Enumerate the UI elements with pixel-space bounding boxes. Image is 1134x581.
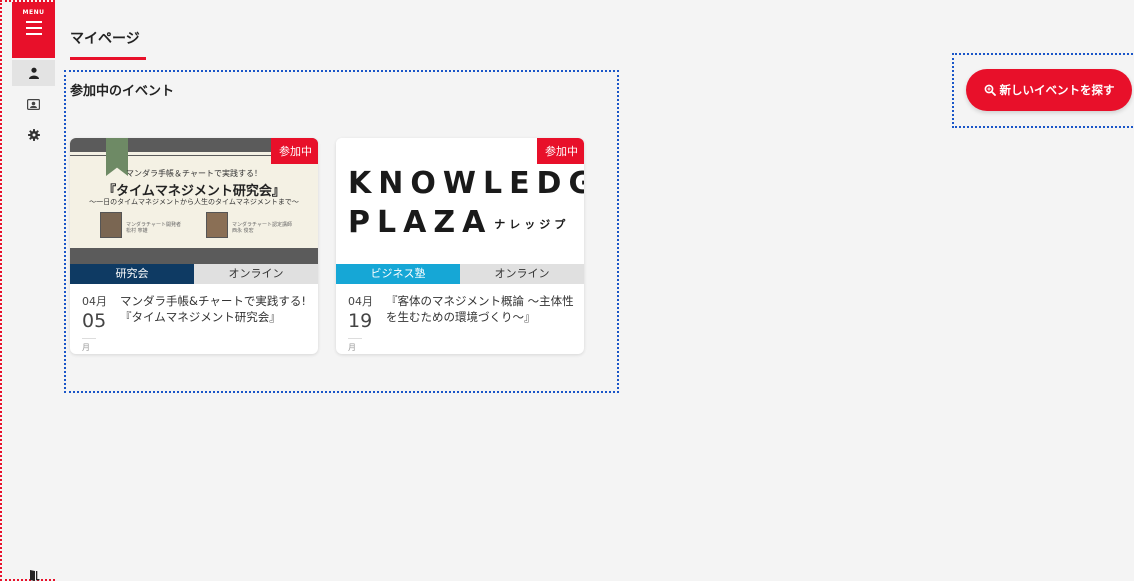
menu-label: MENU (22, 9, 45, 16)
category-row: ビジネス塾 オンライン (336, 264, 584, 284)
search-area: 新しいイベントを探す (952, 53, 1134, 128)
event-date: 04月 19 月 (348, 293, 378, 353)
event-weekday: 月 (348, 338, 362, 353)
speaker-photo (100, 212, 122, 238)
title-underline (70, 57, 146, 60)
sidebar-panel: MENU (12, 2, 55, 581)
participating-badge: 参加中 (271, 138, 318, 164)
thumb-subtitle: マンダラ手帳＆チャートで実践する！ (126, 169, 262, 178)
find-new-event-button[interactable]: 新しいイベントを探す (966, 69, 1132, 111)
event-day: 19 (348, 310, 373, 332)
sidebar-item-settings[interactable] (12, 122, 55, 148)
speaker-photo (206, 212, 228, 238)
event-card[interactable]: マンダラ手帳＆チャートで実践する！ 『タイムマネジメント研究会』 〜一日のタイム… (70, 138, 318, 354)
gear-icon (27, 129, 40, 141)
event-date: 04月 05 月 (82, 293, 112, 353)
category-row: 研究会 オンライン (70, 264, 318, 284)
thumb-tagline: 〜一日のタイムマネジメントから人生のタイムマネジメントまで〜 (89, 198, 299, 206)
sidebar-item-profile[interactable] (12, 91, 55, 117)
thumb-logo-line2: PLAZA ナレッジプ (348, 205, 569, 240)
event-thumbnail: マンダラ手帳＆チャートで実践する！ 『タイムマネジメント研究会』 〜一日のタイム… (70, 138, 318, 264)
search-icon (984, 84, 996, 96)
sidebar-item-mypage[interactable] (12, 60, 55, 86)
id-card-icon (27, 98, 40, 110)
category-label: ビジネス塾 (336, 264, 460, 284)
event-month: 04月 (348, 295, 373, 308)
speaker-caption: マンダラチャート認定講師 西永 俊宏 (232, 222, 292, 234)
event-card[interactable]: KNOWLEDGE PLAZAナレッジプ 参加中 ビジネス塾 オンライン 04月… (336, 138, 584, 354)
section-title: 参加中のイベント (70, 84, 175, 99)
logout-door-icon (29, 570, 39, 581)
hamburger-icon (25, 21, 42, 35)
event-day: 05 (82, 310, 107, 332)
find-new-event-label: 新しいイベントを探す (999, 83, 1115, 97)
thumb-logo-kana: ナレッジプ (494, 217, 570, 231)
category-label: 研究会 (70, 264, 194, 284)
participating-events-section: 参加中のイベント マンダラ手帳＆チャートで実践する！ 『タイムマネジメント研究会… (64, 70, 619, 393)
event-weekday: 月 (82, 338, 96, 353)
event-title: マンダラ手帳&チャートで実践する!『タイムマネジメント研究会』 (120, 294, 306, 324)
speaker-caption: マンダラチャート開発者 松村 寧雄 (126, 222, 181, 234)
event-month: 04月 (82, 295, 107, 308)
format-label: オンライン (194, 264, 318, 284)
sidebar-item-logout[interactable] (12, 562, 55, 581)
thumb-logo-word: PLAZA (348, 205, 493, 240)
participating-badge: 参加中 (537, 138, 584, 164)
sidebar: MENU (0, 0, 55, 581)
page-title: マイページ (70, 31, 140, 47)
event-title: 『客体のマネジメント概論 〜主体性を生むための環境づくり〜』 (386, 294, 574, 324)
thumb-logo-line1: KNOWLEDGE (348, 166, 584, 201)
menu-button[interactable]: MENU (12, 2, 55, 58)
event-thumbnail: KNOWLEDGE PLAZAナレッジプ 参加中 (336, 138, 584, 264)
format-label: オンライン (460, 264, 584, 284)
user-icon (28, 67, 39, 79)
